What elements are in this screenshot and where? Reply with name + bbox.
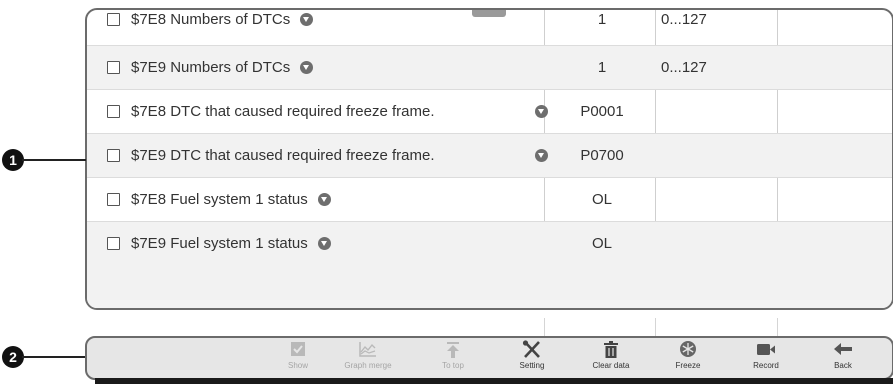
record-icon (757, 344, 775, 355)
graph-merge-icon (359, 342, 376, 357)
table-row[interactable]: $7E8 Numbers of DTCs 1 0...127 (87, 10, 892, 41)
parameter-range (655, 134, 781, 177)
record-button[interactable]: Record (735, 340, 797, 376)
freeze-label: Freeze (675, 361, 701, 370)
show-label: Show (287, 361, 308, 370)
parameter-range (655, 90, 781, 133)
info-dropdown-icon[interactable] (300, 13, 314, 26)
row-checkbox[interactable] (107, 105, 120, 118)
callout-one: 1 (2, 149, 24, 171)
back-icon (834, 343, 852, 355)
parameter-name: $7E8 Numbers of DTCs (131, 11, 291, 28)
setting-label: Setting (519, 361, 545, 370)
show-icon (291, 342, 305, 356)
parameter-value: OL (591, 235, 612, 252)
table-row[interactable]: $7E8 Fuel system 1 status OL (87, 178, 892, 221)
to-top-button[interactable]: To top (422, 340, 484, 376)
back-button[interactable]: Back (812, 340, 874, 376)
table-row[interactable]: $7E8 DTC that caused required freeze fra… (87, 90, 892, 133)
setting-button[interactable]: Setting (501, 340, 563, 376)
record-label: Record (753, 361, 779, 370)
parameter-name: $7E8 Fuel system 1 status (131, 191, 308, 208)
parameter-name: $7E9 Fuel system 1 status (131, 235, 308, 252)
parameter-range: 0...127 (661, 11, 707, 28)
parameter-name: $7E9 DTC that caused required freeze fra… (131, 147, 435, 164)
back-label: Back (834, 361, 852, 370)
parameter-value: 1 (597, 11, 607, 28)
freeze-button[interactable]: Freeze (657, 340, 719, 376)
show-button[interactable]: Show (267, 340, 329, 376)
table-row[interactable]: $7E9 Numbers of DTCs 1 0...127 (87, 46, 892, 89)
device-bottom-bezel (95, 378, 893, 384)
callout-two-line (22, 356, 86, 358)
table-overflow-strip (0, 318, 893, 336)
parameter-name: $7E9 Numbers of DTCs (131, 59, 291, 76)
setting-icon (522, 340, 540, 358)
callout-one-line (22, 159, 86, 161)
info-dropdown-icon[interactable] (535, 149, 548, 162)
table-row[interactable]: $7E9 DTC that caused required freeze fra… (87, 134, 892, 177)
info-dropdown-icon[interactable] (535, 105, 548, 118)
parameter-name: $7E8 DTC that caused required freeze fra… (131, 103, 435, 120)
graph-merge-button[interactable]: Graph merge (337, 340, 399, 376)
callout-two: 2 (2, 346, 24, 368)
freeze-icon (680, 341, 696, 357)
row-checkbox[interactable] (107, 61, 120, 74)
data-stream-table: $7E8 Numbers of DTCs 1 0...127 $7E9 Numb… (85, 8, 893, 310)
info-dropdown-icon[interactable] (300, 61, 314, 74)
row-checkbox[interactable] (107, 13, 120, 26)
row-checkbox[interactable] (107, 193, 120, 206)
parameter-range (655, 222, 781, 265)
parameter-value: OL (591, 191, 612, 208)
graph-merge-label: Graph merge (344, 361, 392, 370)
column-divider (544, 318, 545, 336)
clear-data-button[interactable]: Clear data (580, 340, 642, 376)
row-checkbox[interactable] (107, 237, 120, 250)
info-dropdown-icon[interactable] (317, 237, 331, 250)
parameter-range: 0...127 (661, 59, 707, 76)
clear-data-label: Clear data (592, 361, 630, 370)
parameter-value: 1 (597, 59, 607, 76)
column-divider (655, 318, 656, 336)
function-toolbar: Show Graph merge To top Setting Clear da… (85, 336, 893, 380)
parameter-value: P0001 (580, 103, 624, 120)
table-row[interactable]: $7E9 Fuel system 1 status OL (87, 222, 892, 308)
to-top-label: To top (442, 361, 464, 370)
to-top-icon (447, 342, 459, 358)
column-divider (777, 318, 778, 336)
row-checkbox[interactable] (107, 149, 120, 162)
info-dropdown-icon[interactable] (317, 193, 331, 206)
parameter-value: P0700 (580, 147, 624, 164)
parameter-range (655, 178, 781, 221)
clear-data-icon (604, 341, 618, 358)
